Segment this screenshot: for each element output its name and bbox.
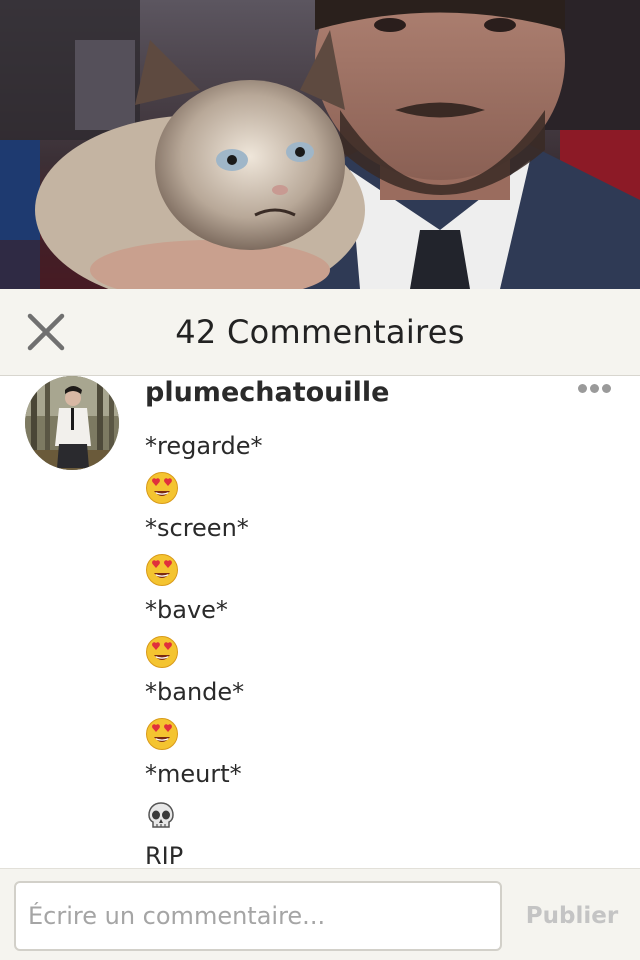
comment-composer: Publier: [0, 868, 640, 960]
heart-eyes-emoji: [145, 713, 605, 754]
page-title: 42 Commentaires: [175, 313, 465, 351]
more-dots-icon: [578, 378, 618, 397]
heart-eyes-emoji: [145, 467, 605, 508]
publish-button[interactable]: Publier: [510, 881, 634, 951]
comment-list[interactable]: plumechatouille *regarde* *screen* *bave* *…: [0, 376, 640, 868]
post-photo-illustration: [0, 0, 640, 289]
post-photo: [0, 0, 640, 289]
comment-text-line: *meurt*: [145, 760, 242, 788]
comments-header: 42 Commentaires: [0, 289, 640, 376]
heart-eyes-emoji: [145, 631, 605, 672]
avatar[interactable]: [25, 376, 119, 470]
skull-emoji: [145, 795, 605, 836]
comment-text-line: *regarde*: [145, 432, 263, 460]
comment-text-line: *bande*: [145, 678, 245, 706]
comment-body: *regarde* *screen* *bave* *bande* *meurt* RIP: [145, 426, 605, 868]
comment-text-line: *screen*: [145, 514, 249, 542]
more-options-button[interactable]: [578, 378, 618, 393]
comment-text-line: RIP: [145, 842, 184, 868]
comments-screen: 42 Commentaires plumechatouille *regarde…: [0, 0, 640, 960]
heart-eyes-emoji: [145, 549, 605, 590]
comment-input[interactable]: [14, 881, 502, 951]
comment-author[interactable]: plumechatouille: [145, 376, 389, 410]
comment-text-line: *bave*: [145, 596, 228, 624]
avatar-image: [25, 376, 119, 470]
